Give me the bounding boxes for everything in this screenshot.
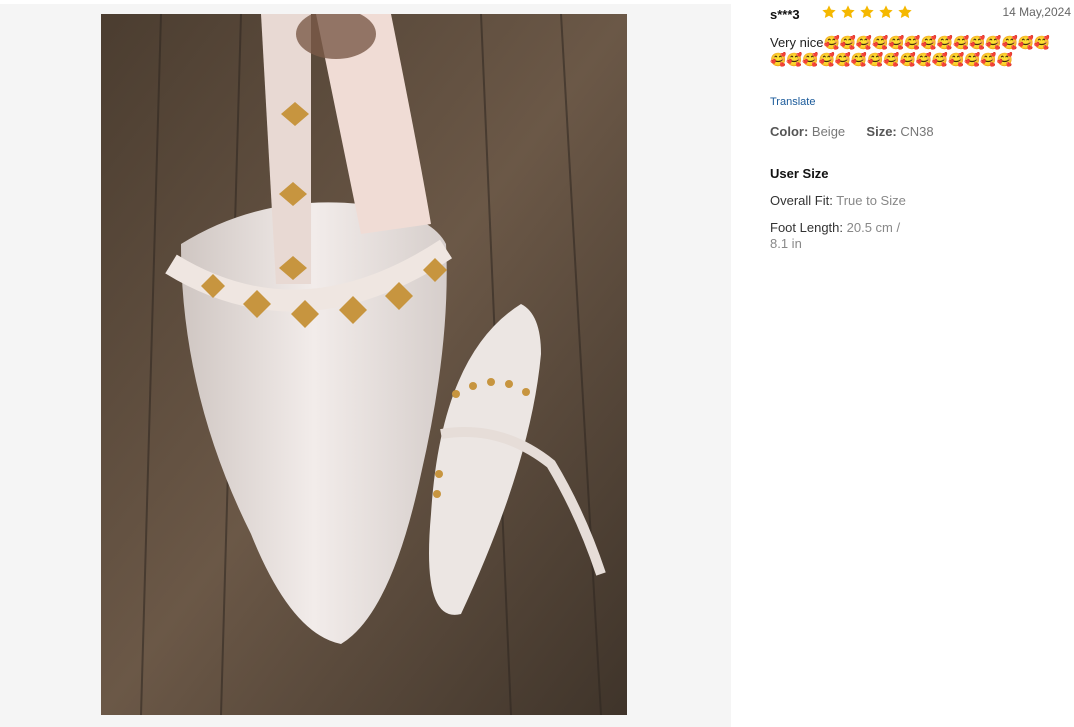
fit-value: True to Size: [836, 193, 906, 208]
translate-link[interactable]: Translate: [770, 96, 815, 108]
foot-label: Foot Length:: [770, 220, 843, 235]
foot-length: Foot Length: 20.5 cm / 8.1 in: [770, 220, 920, 252]
size-value: CN38: [900, 124, 934, 139]
product-attributes: Color: Beige Size: CN38: [770, 124, 934, 139]
star-icon: [898, 5, 912, 19]
photo-panel: [0, 4, 731, 727]
star-icon: [860, 5, 874, 19]
review-text: Very nice🥰🥰🥰🥰🥰🥰🥰🥰🥰🥰🥰🥰🥰🥰🥰🥰🥰🥰🥰🥰🥰🥰🥰🥰🥰🥰🥰🥰🥰: [770, 35, 1051, 67]
review-page: s***3 14 May,2024 Very nice🥰🥰🥰🥰🥰🥰🥰🥰🥰🥰🥰🥰🥰…: [0, 0, 1074, 727]
user-size-title: User Size: [770, 166, 829, 181]
color-label: Color:: [770, 124, 809, 139]
review-details: s***3 14 May,2024 Very nice🥰🥰🥰🥰🥰🥰🥰🥰🥰🥰🥰🥰🥰…: [770, 0, 1074, 727]
reviewer-name: s***3: [770, 7, 800, 22]
review-photo[interactable]: [101, 14, 627, 715]
review-date: 14 May,2024: [1002, 5, 1072, 19]
star-rating: [821, 4, 913, 20]
star-icon: [841, 5, 855, 19]
star-icon: [822, 5, 836, 19]
fit-label: Overall Fit:: [770, 193, 833, 208]
overall-fit: Overall Fit: True to Size: [770, 193, 906, 208]
review-header: s***3 14 May,2024: [770, 4, 1074, 24]
color-value: Beige: [811, 124, 846, 139]
shoe-photo-illustration: [101, 14, 627, 715]
size-label: Size:: [866, 124, 897, 139]
star-icon: [879, 5, 893, 19]
